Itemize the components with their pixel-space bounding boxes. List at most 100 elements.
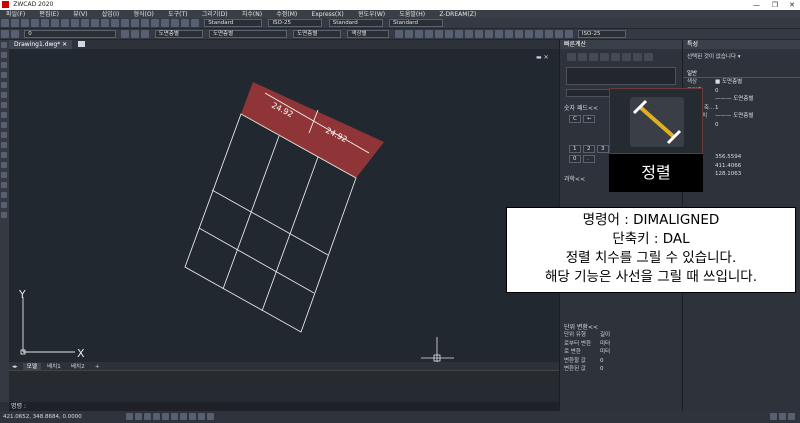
annotation-scale-icon[interactable]: [770, 413, 777, 420]
unit-row[interactable]: 변환할 값 0: [560, 357, 683, 366]
dim-radius-icon[interactable]: [434, 30, 443, 38]
grid-icon[interactable]: [135, 413, 143, 420]
help-icon[interactable]: [191, 19, 199, 27]
rectangle-icon[interactable]: [1, 72, 7, 78]
layer-state-icon[interactable]: [11, 30, 19, 38]
redo-icon[interactable]: [101, 19, 109, 27]
dim-style-select[interactable]: ISO-25: [268, 19, 323, 27]
new-icon[interactable]: [1, 19, 9, 27]
print-icon[interactable]: [31, 19, 39, 27]
workspace-icon[interactable]: [779, 413, 786, 420]
properties-icon[interactable]: [151, 19, 159, 27]
dim-ordinate-icon[interactable]: [424, 30, 433, 38]
ellipse-icon[interactable]: [1, 122, 7, 128]
layer-previous-icon[interactable]: [131, 30, 140, 38]
quick-dim-icon[interactable]: [474, 30, 483, 38]
copy-icon[interactable]: [61, 19, 69, 27]
angle-icon[interactable]: [611, 53, 620, 61]
pan-icon[interactable]: [111, 19, 119, 27]
dim-diameter-icon[interactable]: [454, 30, 463, 38]
minimize-button[interactable]: —: [753, 0, 760, 10]
multileader-style-select[interactable]: Standard: [388, 19, 443, 27]
zoom-previous-icon[interactable]: [141, 19, 149, 27]
drawing-svg[interactable]: ▬ ✕ 24.92 24.92 Y X: [9, 49, 559, 365]
paste-value-icon[interactable]: [633, 53, 642, 61]
dim-angular-icon[interactable]: [464, 30, 473, 38]
layer-manager-icon[interactable]: [1, 30, 9, 38]
polar-icon[interactable]: [153, 413, 161, 420]
dim-update-icon[interactable]: [564, 30, 573, 38]
spline-icon[interactable]: [1, 112, 7, 118]
command-line[interactable]: 명령 :: [9, 402, 559, 411]
prop-row[interactable]: 색상 ■ 도면층별: [683, 78, 800, 87]
viewcube-menu-icon[interactable]: ▬ ✕: [536, 54, 549, 61]
dim-continue-icon[interactable]: [494, 30, 503, 38]
undo-icon[interactable]: [91, 19, 99, 27]
general-section[interactable]: 일반: [683, 70, 800, 78]
paste-icon[interactable]: [71, 19, 79, 27]
mtext-icon[interactable]: [1, 212, 7, 218]
line-icon[interactable]: [1, 42, 7, 48]
tolerance-icon[interactable]: [524, 30, 533, 38]
circle-icon[interactable]: [1, 92, 7, 98]
linetype-select[interactable]: 도면층별: [208, 30, 287, 38]
key-clear[interactable]: C: [569, 115, 581, 123]
otrack-icon[interactable]: [171, 413, 179, 420]
drawing-canvas[interactable]: ▬ ✕ 24.92 24.92 Y X: [9, 49, 559, 365]
zoom-window-icon[interactable]: [131, 19, 139, 27]
tool-palette-icon[interactable]: [171, 19, 179, 27]
polyline-icon[interactable]: [1, 52, 7, 58]
clean-screen-icon[interactable]: [788, 413, 795, 420]
key-dot[interactable]: .: [583, 155, 595, 163]
design-center-icon[interactable]: [161, 19, 169, 27]
polygon-icon[interactable]: [1, 62, 7, 68]
close-button[interactable]: ✕: [789, 0, 795, 10]
clear-icon[interactable]: [567, 53, 576, 61]
key-1[interactable]: 1: [569, 145, 581, 153]
intersect-icon[interactable]: [622, 53, 631, 61]
arc-icon[interactable]: [1, 82, 7, 88]
match-prop-icon[interactable]: [81, 19, 89, 27]
plotstyle-select[interactable]: 색상별: [347, 30, 390, 38]
dim-baseline-icon[interactable]: [484, 30, 493, 38]
dim-space-icon[interactable]: [504, 30, 513, 38]
layer-select[interactable]: 0: [24, 30, 117, 38]
dim-linear-icon[interactable]: [394, 30, 403, 38]
text-style-select[interactable]: Standard: [204, 19, 263, 27]
lineweight-select[interactable]: 도면층별: [293, 30, 342, 38]
maximize-button[interactable]: ❐: [772, 0, 778, 10]
unit-row[interactable]: 로 변환 미터: [560, 348, 683, 357]
dim-arc-icon[interactable]: [414, 30, 423, 38]
gradient-icon[interactable]: [1, 182, 7, 188]
dim-edit-icon[interactable]: [544, 30, 553, 38]
key-3[interactable]: 3: [597, 145, 609, 153]
hatch-icon[interactable]: [1, 172, 7, 178]
document-tab[interactable]: Drawing1.dwg* ✕: [9, 40, 73, 49]
snap-icon[interactable]: [126, 413, 134, 420]
preview-icon[interactable]: [41, 19, 49, 27]
insert-block-icon[interactable]: [1, 142, 7, 148]
dim-style-select-2[interactable]: ISO-25: [577, 30, 626, 38]
dim-jogged-icon[interactable]: [444, 30, 453, 38]
new-tab-icon[interactable]: [78, 41, 86, 47]
color-select[interactable]: 도면층별: [154, 30, 203, 38]
revcloud-icon[interactable]: [1, 102, 7, 108]
cut-icon[interactable]: [51, 19, 59, 27]
key-2[interactable]: 2: [583, 145, 595, 153]
tpy-icon[interactable]: [207, 413, 215, 420]
ellipse-arc-icon[interactable]: [1, 132, 7, 138]
dim-text-edit-icon[interactable]: [554, 30, 563, 38]
ortho-icon[interactable]: [144, 413, 152, 420]
distance-icon[interactable]: [600, 53, 609, 61]
dyn-icon[interactable]: [189, 413, 197, 420]
dim-break-icon[interactable]: [514, 30, 523, 38]
selection-dropdown[interactable]: 선택된 것이 없습니다 ▾: [683, 53, 800, 62]
make-current-icon[interactable]: [121, 30, 130, 38]
unit-conversion-title[interactable]: 단위 변환<<: [560, 322, 683, 331]
layer-iso-icon[interactable]: [141, 30, 150, 38]
make-block-icon[interactable]: [1, 152, 7, 158]
dim-aligned-icon[interactable]: [404, 30, 413, 38]
key-backspace[interactable]: ←: [583, 115, 595, 123]
center-mark-icon[interactable]: [534, 30, 543, 38]
calc-help-icon[interactable]: [644, 53, 653, 61]
